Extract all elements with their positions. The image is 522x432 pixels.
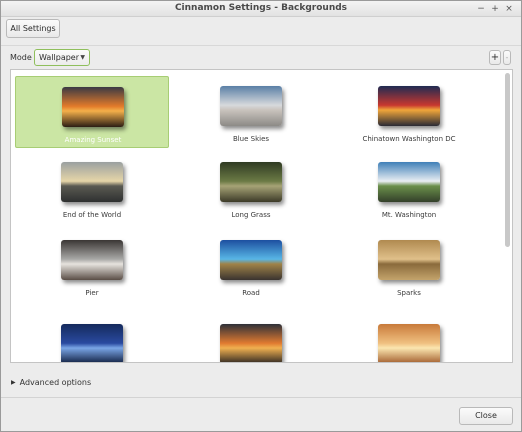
wallpaper-caption: Blue Skies bbox=[232, 135, 270, 143]
expander-arrow-icon: ▶ bbox=[11, 379, 16, 386]
wallpaper-tile[interactable] bbox=[332, 316, 486, 362]
wallpaper-caption: End of the World bbox=[62, 211, 122, 219]
remove-wallpaper-button[interactable]: - bbox=[503, 50, 511, 65]
dialog-footer: Close bbox=[1, 397, 521, 431]
wallpaper-thumbnail bbox=[61, 324, 123, 362]
wallpaper-gallery[interactable]: Amazing Sunset Blue Skies Chinatown Washin… bbox=[10, 69, 513, 363]
mode-label: Mode bbox=[10, 53, 32, 62]
wallpaper-thumbnail bbox=[220, 240, 282, 280]
wallpaper-thumbnail bbox=[61, 240, 123, 280]
wallpaper-caption: Mt. Washington bbox=[381, 211, 437, 219]
wallpaper-thumbnail bbox=[378, 86, 440, 126]
wallpaper-caption: Long Grass bbox=[231, 211, 271, 219]
title-bar[interactable]: Cinnamon Settings - Backgrounds − + × bbox=[1, 1, 521, 17]
wallpaper-thumbnail bbox=[378, 240, 440, 280]
mode-bar: Mode Wallpaper ▼ + - bbox=[1, 45, 521, 69]
wallpaper-tile[interactable] bbox=[174, 316, 328, 362]
wallpaper-tile[interactable]: End of the World bbox=[15, 154, 169, 226]
wallpaper-thumbnail bbox=[61, 162, 123, 202]
wallpaper-tile[interactable] bbox=[15, 316, 169, 362]
wallpaper-caption: Road bbox=[242, 289, 260, 297]
wallpaper-tile[interactable]: Long Grass bbox=[174, 154, 328, 226]
wallpaper-caption: Pier bbox=[85, 289, 99, 297]
wallpaper-tile[interactable]: Amazing Sunset bbox=[15, 76, 169, 148]
minimize-button[interactable]: − bbox=[475, 3, 487, 15]
close-window-button[interactable]: × bbox=[503, 3, 515, 15]
maximize-button[interactable]: + bbox=[489, 3, 501, 15]
wallpaper-thumbnail bbox=[220, 162, 282, 202]
toolbar: All Settings bbox=[1, 17, 521, 43]
wallpaper-caption: Amazing Sunset bbox=[64, 136, 122, 144]
wallpaper-tile[interactable]: Sparks bbox=[332, 232, 486, 304]
close-button[interactable]: Close bbox=[459, 407, 513, 425]
wallpaper-tile[interactable]: Road bbox=[174, 232, 328, 304]
wallpaper-thumbnail bbox=[220, 86, 282, 126]
settings-window: Cinnamon Settings - Backgrounds − + × Al… bbox=[0, 0, 522, 432]
wallpaper-tile[interactable]: Pier bbox=[15, 232, 169, 304]
wallpaper-thumbnail bbox=[378, 324, 440, 362]
wallpaper-tile[interactable]: Blue Skies bbox=[174, 76, 328, 148]
wallpaper-thumbnail bbox=[62, 87, 124, 127]
advanced-options-expander[interactable]: ▶ Advanced options bbox=[11, 378, 91, 392]
gallery-scrollbar[interactable] bbox=[504, 71, 511, 361]
wallpaper-caption: Sparks bbox=[397, 289, 421, 297]
chevron-down-icon: ▼ bbox=[80, 54, 85, 61]
wallpaper-tile[interactable]: Mt. Washington bbox=[332, 154, 486, 226]
wallpaper-thumbnail bbox=[220, 324, 282, 362]
add-wallpaper-button[interactable]: + bbox=[489, 50, 501, 65]
advanced-options-label: Advanced options bbox=[19, 378, 92, 387]
wallpaper-tile[interactable]: Chinatown Washington DC bbox=[332, 76, 486, 148]
all-settings-button[interactable]: All Settings bbox=[6, 19, 60, 38]
wallpaper-caption: Chinatown Washington DC bbox=[362, 135, 456, 143]
mode-dropdown-value: Wallpaper bbox=[39, 53, 80, 62]
wallpaper-thumbnail bbox=[378, 162, 440, 202]
window-title: Cinnamon Settings - Backgrounds bbox=[174, 3, 348, 13]
mode-dropdown[interactable]: Wallpaper ▼ bbox=[34, 49, 90, 66]
scrollbar-thumb[interactable] bbox=[505, 73, 510, 247]
